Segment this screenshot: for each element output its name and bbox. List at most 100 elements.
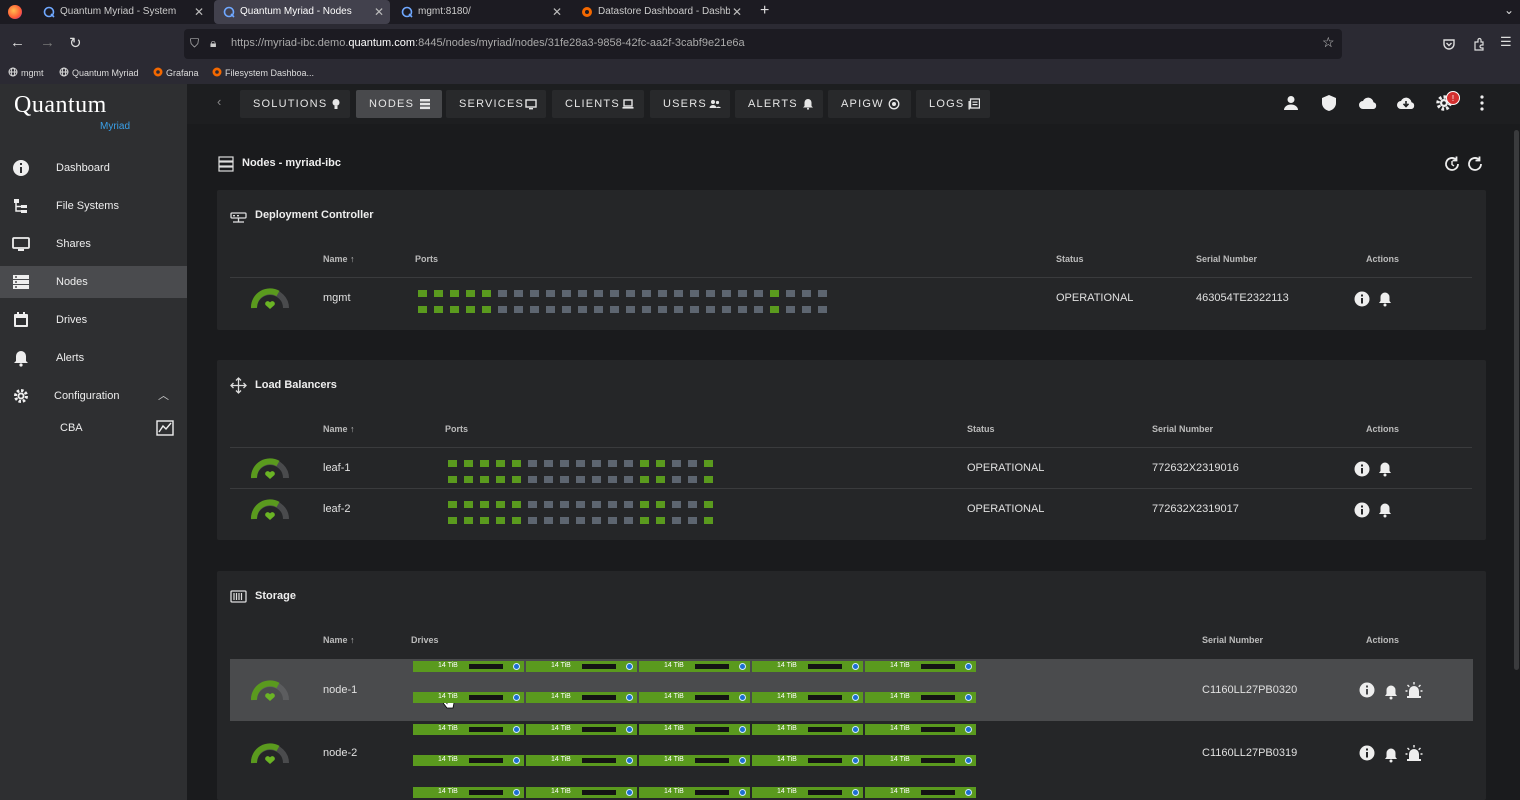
bookmark-star-icon[interactable]: ☆ xyxy=(1322,34,1335,51)
port-inactive[interactable] xyxy=(688,517,697,524)
cloud-icon[interactable] xyxy=(1358,94,1378,112)
port-inactive[interactable] xyxy=(576,501,585,508)
port-active[interactable] xyxy=(466,306,475,313)
port-active[interactable] xyxy=(464,460,473,467)
port-inactive[interactable] xyxy=(594,290,603,297)
drive-bar[interactable]: 14 TiB xyxy=(526,787,637,798)
port-inactive[interactable] xyxy=(608,460,617,467)
port-active[interactable] xyxy=(482,306,491,313)
port-inactive[interactable] xyxy=(578,290,587,297)
port-active[interactable] xyxy=(496,460,505,467)
port-inactive[interactable] xyxy=(688,476,697,483)
port-active[interactable] xyxy=(496,476,505,483)
browser-tab-active[interactable]: Quantum Myriad - Nodes ✕ xyxy=(214,0,390,24)
bookmark-item[interactable]: Quantum Myriad xyxy=(59,67,139,78)
column-header-name[interactable]: Name ↑ xyxy=(323,424,355,434)
port-active[interactable] xyxy=(480,460,489,467)
menu-icon[interactable]: ☰ xyxy=(1500,34,1512,50)
port-active[interactable] xyxy=(464,476,473,483)
port-inactive[interactable] xyxy=(722,306,731,313)
nav-services[interactable]: SERVICES xyxy=(446,90,546,118)
chevron-left-icon[interactable]: ‹ xyxy=(217,94,221,109)
bookmark-item[interactable]: mgmt xyxy=(8,67,44,78)
port-inactive[interactable] xyxy=(576,460,585,467)
tab-close-icon[interactable]: ✕ xyxy=(374,0,384,24)
nav-apigw[interactable]: APIGW xyxy=(828,90,911,118)
reload-icon[interactable]: ↻ xyxy=(69,34,82,52)
port-active[interactable] xyxy=(704,501,713,508)
drive-bar[interactable]: 14 TiB xyxy=(413,661,524,672)
port-inactive[interactable] xyxy=(674,290,683,297)
drive-bar[interactable]: 14 TiB xyxy=(639,755,750,766)
extensions-icon[interactable] xyxy=(1472,37,1486,51)
port-inactive[interactable] xyxy=(754,290,763,297)
port-inactive[interactable] xyxy=(642,290,651,297)
port-inactive[interactable] xyxy=(530,290,539,297)
port-inactive[interactable] xyxy=(786,306,795,313)
forward-arrow-icon[interactable]: → xyxy=(40,34,55,51)
drive-bar[interactable]: 14 TiB xyxy=(639,787,750,798)
drive-bar[interactable]: 14 TiB xyxy=(752,724,863,735)
port-inactive[interactable] xyxy=(672,460,681,467)
port-inactive[interactable] xyxy=(562,306,571,313)
port-inactive[interactable] xyxy=(658,290,667,297)
port-active[interactable] xyxy=(512,501,521,508)
port-inactive[interactable] xyxy=(786,290,795,297)
node-name[interactable]: leaf-1 xyxy=(323,462,351,474)
port-inactive[interactable] xyxy=(626,290,635,297)
node-name[interactable]: leaf-2 xyxy=(323,503,351,515)
port-active[interactable] xyxy=(418,290,427,297)
port-inactive[interactable] xyxy=(498,290,507,297)
port-active[interactable] xyxy=(418,306,427,313)
port-inactive[interactable] xyxy=(624,460,633,467)
port-inactive[interactable] xyxy=(528,501,537,508)
quantum-logo[interactable]: Quantum xyxy=(14,92,107,119)
port-inactive[interactable] xyxy=(592,476,601,483)
port-active[interactable] xyxy=(434,306,443,313)
port-inactive[interactable] xyxy=(592,501,601,508)
chart-icon[interactable] xyxy=(156,420,174,436)
drive-bar[interactable]: 14 TiB xyxy=(526,755,637,766)
port-inactive[interactable] xyxy=(546,306,555,313)
drive-bar[interactable]: 14 TiB xyxy=(752,787,863,798)
port-active[interactable] xyxy=(480,501,489,508)
port-active[interactable] xyxy=(450,290,459,297)
url-text[interactable]: https://myriad-ibc.demo.quantum.com:8445… xyxy=(231,37,745,49)
port-inactive[interactable] xyxy=(544,460,553,467)
firefox-logo-icon[interactable] xyxy=(8,5,22,19)
port-inactive[interactable] xyxy=(688,460,697,467)
port-inactive[interactable] xyxy=(626,306,635,313)
drive-bar[interactable]: 14 TiB xyxy=(865,755,976,766)
port-active[interactable] xyxy=(512,476,521,483)
port-inactive[interactable] xyxy=(608,517,617,524)
port-inactive[interactable] xyxy=(722,290,731,297)
port-inactive[interactable] xyxy=(610,290,619,297)
port-active[interactable] xyxy=(466,290,475,297)
port-active[interactable] xyxy=(656,501,665,508)
port-active[interactable] xyxy=(704,476,713,483)
back-arrow-icon[interactable]: ← xyxy=(10,34,25,51)
drive-bar[interactable]: 14 TiB xyxy=(639,724,750,735)
sidebar-item-shares[interactable]: Shares xyxy=(0,228,187,260)
port-active[interactable] xyxy=(434,290,443,297)
port-inactive[interactable] xyxy=(818,290,827,297)
drive-bar[interactable]: 14 TiB xyxy=(526,724,637,735)
port-inactive[interactable] xyxy=(674,306,683,313)
port-inactive[interactable] xyxy=(608,501,617,508)
drive-bar[interactable]: 14 TiB xyxy=(526,661,637,672)
port-inactive[interactable] xyxy=(576,476,585,483)
browser-tab[interactable]: mgmt:8180/ ✕ xyxy=(392,0,568,24)
port-inactive[interactable] xyxy=(738,306,747,313)
port-inactive[interactable] xyxy=(530,306,539,313)
sidebar-item-drives[interactable]: Drives xyxy=(0,304,187,336)
cloud-download-icon[interactable] xyxy=(1396,94,1416,112)
port-inactive[interactable] xyxy=(592,460,601,467)
column-header-name[interactable]: Name ↑ xyxy=(323,635,355,645)
port-inactive[interactable] xyxy=(514,306,523,313)
port-active[interactable] xyxy=(656,460,665,467)
sidebar-subitem-cba[interactable]: CBA xyxy=(60,422,83,434)
tab-close-icon[interactable]: ✕ xyxy=(194,0,204,24)
node-name[interactable]: node-1 xyxy=(323,684,357,696)
bell-icon[interactable] xyxy=(1383,747,1399,763)
drive-bar[interactable]: 14 TiB xyxy=(752,692,863,703)
